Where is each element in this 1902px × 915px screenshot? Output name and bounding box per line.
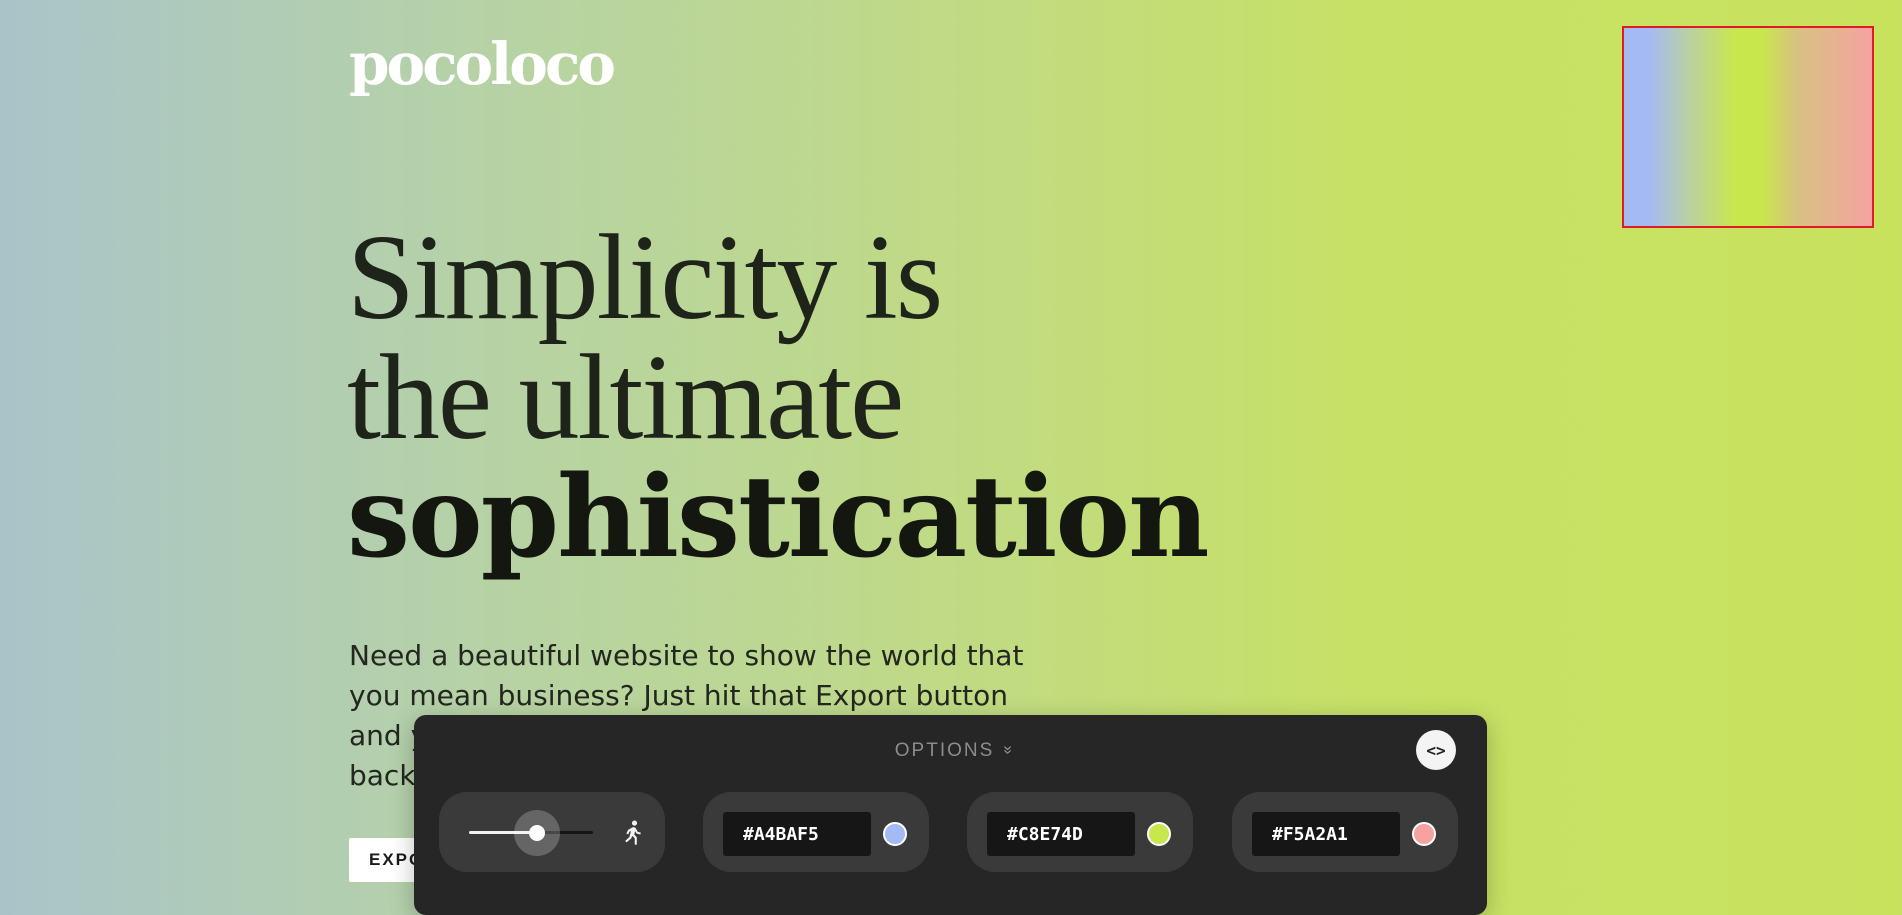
color-swatch-2[interactable] <box>1147 822 1171 846</box>
hero-headline: Simplicity is the ultimate sophisticatio… <box>347 210 1210 583</box>
headline-line-3: sophistication <box>347 452 1210 583</box>
brand-logo[interactable]: pocoloco <box>349 35 616 93</box>
color-stop-3 <box>1232 792 1458 872</box>
double-chevron-down-icon: » <box>999 745 1017 757</box>
code-toggle-button[interactable]: <> <box>1416 730 1456 770</box>
color-stop-1 <box>703 792 929 872</box>
headline-line-2: the ultimate <box>347 330 904 465</box>
color-swatch-3[interactable] <box>1412 822 1436 846</box>
options-label: OPTIONS <box>894 740 995 761</box>
running-person-icon[interactable] <box>617 818 645 848</box>
options-panel: OPTIONS » <> <box>414 715 1487 915</box>
intro-line-4: back <box>349 759 416 792</box>
color-swatch-1[interactable] <box>883 822 907 846</box>
intro-line-2: you mean business? Just hit that Export … <box>349 679 1008 712</box>
headline-line-1: Simplicity is <box>347 210 943 345</box>
color-stop-2 <box>967 792 1193 872</box>
gradient-preview <box>1622 26 1874 228</box>
color-hex-input-2[interactable] <box>987 812 1135 856</box>
speed-control <box>439 792 665 872</box>
options-toggle-button[interactable]: OPTIONS » <box>884 735 1024 767</box>
intro-line-1: Need a beautiful website to show the wor… <box>349 639 1024 672</box>
speed-slider-handle[interactable] <box>514 810 561 856</box>
color-hex-input-1[interactable] <box>723 812 871 856</box>
color-hex-input-3[interactable] <box>1252 812 1400 856</box>
speed-slider-knob <box>529 825 546 841</box>
